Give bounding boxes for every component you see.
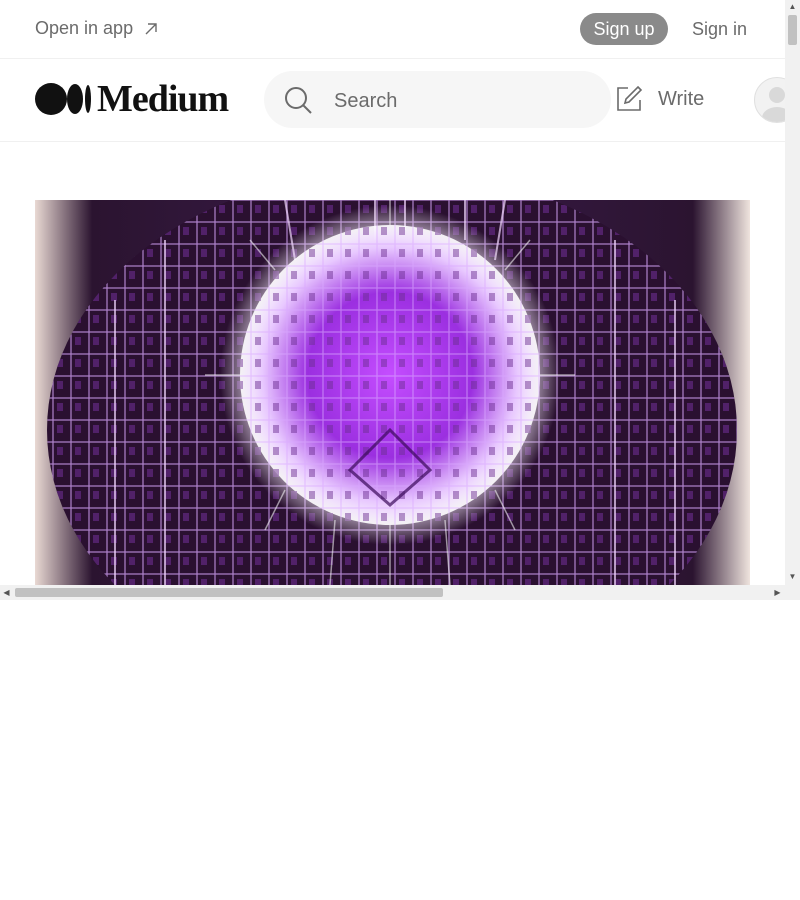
medium-logo-icon <box>35 83 91 115</box>
search-icon <box>285 87 312 114</box>
page-content: Open in app Sign up Sign in Medium Searc… <box>0 0 785 585</box>
article-hero-image <box>35 200 750 585</box>
top-bar: Open in app Sign up Sign in <box>0 0 785 59</box>
medium-logo[interactable]: Medium <box>35 78 229 120</box>
avatar-icon <box>762 87 785 122</box>
open-in-app-link[interactable]: Open in app <box>35 18 159 39</box>
write-label: Write <box>658 87 705 110</box>
hero-artwork <box>35 200 750 585</box>
sign-up-label: Sign up <box>593 18 655 39</box>
vertical-scrollbar[interactable]: ▲ ▼ <box>785 0 800 585</box>
site-header: Medium Write <box>0 59 785 142</box>
sign-up-button[interactable]: Sign up <box>580 13 668 45</box>
scrollbar-corner <box>785 585 800 600</box>
search-input[interactable] <box>332 85 596 117</box>
write-icon <box>617 85 643 111</box>
scroll-down-icon[interactable]: ▼ <box>788 572 797 581</box>
scroll-right-icon[interactable]: ▶ <box>773 588 782 597</box>
avatar[interactable] <box>754 77 785 123</box>
browser-viewport: Open in app Sign up Sign in Medium Searc… <box>0 0 800 600</box>
search-box[interactable] <box>264 71 611 128</box>
sign-in-link[interactable]: Sign in <box>692 19 747 40</box>
sign-in-label: Sign in <box>692 19 748 39</box>
arrow-up-right-icon <box>145 22 157 34</box>
write-button[interactable]: Write <box>614 84 704 114</box>
scroll-left-icon[interactable]: ◀ <box>2 588 11 597</box>
scroll-up-icon[interactable]: ▲ <box>788 2 797 11</box>
logo-wordmark: Medium <box>97 78 229 120</box>
vertical-scroll-thumb[interactable] <box>788 15 797 45</box>
open-in-app-label: Open in app <box>35 18 134 38</box>
horizontal-scroll-thumb[interactable] <box>15 588 443 597</box>
horizontal-scrollbar[interactable]: ◀ ▶ <box>0 585 785 600</box>
